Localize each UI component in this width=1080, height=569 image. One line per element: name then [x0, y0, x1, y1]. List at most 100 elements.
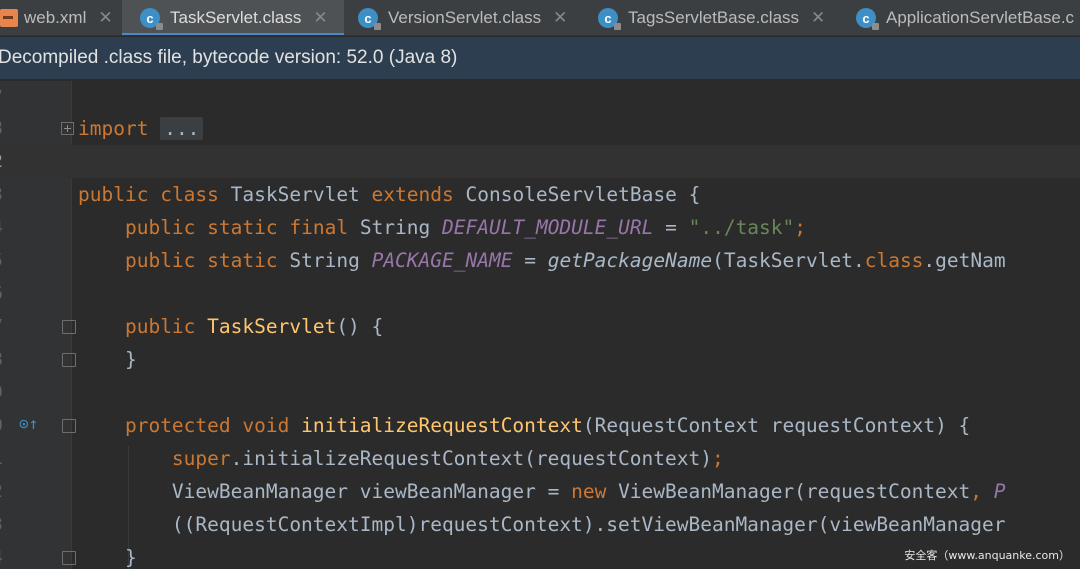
operator: =: [524, 249, 536, 272]
class-file-icon: c: [856, 8, 879, 30]
line-number: 9: [0, 376, 12, 409]
keyword: super: [171, 447, 231, 470]
line-number: 7: [0, 310, 12, 343]
line-number: 6: [0, 277, 12, 310]
code-line: 7: [0, 81, 1080, 114]
class-name: TaskServlet: [230, 183, 360, 206]
editor-tab-bar: web.xml ✕ c TaskServlet.class ✕ c Versio…: [0, 0, 1080, 36]
code-text: public static String PACKAGE_NAME = getP…: [78, 244, 1006, 277]
string-literal: "../task": [688, 216, 795, 239]
code-text: ((RequestContextImpl)requestContext).set…: [78, 508, 1006, 541]
type-name: String: [289, 249, 360, 272]
tab-label: ApplicationServletBase.c: [886, 8, 1075, 27]
brace: {: [688, 183, 701, 206]
code-text: public TaskServlet() {: [78, 310, 383, 343]
close-icon[interactable]: ✕: [553, 8, 567, 28]
code-text: super.initializeRequestContext(requestCo…: [78, 442, 724, 475]
keyword: public: [124, 216, 196, 239]
variable-declaration: ViewBeanManager viewBeanManager =: [171, 480, 572, 503]
keyword: static: [207, 249, 278, 272]
code-text: import ...: [78, 112, 204, 145]
class-file-icon: c: [140, 8, 163, 30]
tab-taskservlet-class[interactable]: c TaskServlet.class ✕: [122, 0, 344, 35]
fold-collapse-icon[interactable]: [61, 353, 76, 367]
line-number: 2: [0, 475, 12, 508]
code-line: 0 ⊙↑ protected void initializeRequestCon…: [0, 409, 1080, 442]
close-icon[interactable]: ✕: [313, 8, 327, 28]
semicolon: ;: [794, 216, 807, 239]
code-line: 6: [0, 277, 1080, 310]
tab-label: VersionServlet.class: [388, 8, 542, 27]
tab-label: web.xml: [24, 8, 87, 27]
keyword: final: [289, 216, 349, 239]
tab-label: TagsServletBase.class: [628, 8, 800, 27]
keyword: public: [124, 249, 196, 272]
brace: }: [124, 348, 137, 371]
keyword: extends: [371, 183, 454, 206]
tab-applicationservletbase-class[interactable]: c ApplicationServletBase.c: [844, 0, 1080, 35]
code-line: 8 }: [0, 343, 1080, 376]
code-line-current: 2: [0, 145, 1080, 178]
fold-expand-icon[interactable]: [61, 122, 74, 135]
class-file-icon: c: [358, 8, 381, 30]
line-number: 3: [0, 178, 12, 211]
watermark: 安全客（www.anquanke.com）: [904, 549, 1070, 562]
tab-tagsservletbase-class[interactable]: c TagsServletBase.class ✕: [586, 0, 844, 35]
line-number: 3: [0, 508, 12, 541]
semicolon: ;: [711, 447, 724, 470]
code-line: 8 import ...: [0, 112, 1080, 145]
line-number: 4: [0, 541, 12, 569]
override-method-icon[interactable]: ⊙↑: [19, 414, 38, 433]
keyword: static: [207, 216, 278, 239]
close-icon[interactable]: ✕: [98, 8, 112, 28]
folded-imports[interactable]: ...: [160, 117, 204, 140]
type-name: String: [359, 216, 431, 239]
decompiled-banner: Decompiled .class file, bytecode version…: [0, 37, 1080, 80]
line-number: 2: [0, 145, 12, 178]
keyword: class: [864, 249, 924, 272]
code-line: 1 super.initializeRequestContext(request…: [0, 442, 1080, 475]
line-number: 4: [0, 211, 12, 244]
method-call: getPackageName: [547, 249, 713, 272]
code-editor[interactable]: 7 8 import ... 2 3 public class TaskServ…: [0, 81, 1080, 569]
keyword: class: [160, 183, 219, 206]
method-params: (RequestContext requestContext) {: [582, 414, 971, 437]
fold-collapse-icon[interactable]: [61, 551, 76, 565]
line-number: 8: [0, 343, 12, 376]
fold-collapse-icon[interactable]: [61, 320, 76, 334]
banner-text: Decompiled .class file, bytecode version…: [0, 47, 458, 68]
close-icon[interactable]: ✕: [811, 8, 825, 28]
fold-collapse-icon[interactable]: [61, 419, 76, 433]
constructor-call: ViewBeanManager(requestContext: [606, 480, 971, 503]
code-line: 3 ((RequestContextImpl)requestContext).s…: [0, 508, 1080, 541]
line-number: 1: [0, 442, 12, 475]
line-number: 8: [0, 112, 12, 145]
brace: }: [124, 546, 137, 569]
code-text: }: [78, 541, 137, 569]
line-number: 0: [0, 409, 12, 442]
constant-name: PACKAGE_NAME: [371, 249, 513, 272]
comma: ,: [970, 480, 983, 503]
code-line: 9: [0, 376, 1080, 409]
code-text: public static final String DEFAULT_MODUL…: [78, 211, 806, 244]
method-call-statement: ((RequestContextImpl)requestContext).set…: [171, 513, 1006, 536]
line-number: 7: [0, 81, 12, 114]
tab-web-xml[interactable]: web.xml ✕: [0, 0, 122, 35]
code-line: 4 public static final String DEFAULT_MOD…: [0, 211, 1080, 244]
call-expression: .initializeRequestContext(requestContext…: [230, 447, 712, 470]
keyword: import: [78, 117, 149, 140]
base-class-name: ConsoleServletBase: [465, 183, 677, 206]
constant-name: DEFAULT_MODULE_URL: [442, 216, 654, 239]
constructor-name: TaskServlet: [207, 315, 337, 338]
keyword: protected: [124, 414, 231, 437]
tab-versionservlet-class[interactable]: c VersionServlet.class ✕: [344, 0, 586, 35]
code-text: ViewBeanManager viewBeanManager = new Vi…: [78, 475, 1006, 508]
line-number: 5: [0, 244, 12, 277]
call-args: (TaskServlet.: [712, 249, 865, 272]
keyword: new: [571, 480, 607, 503]
code-text: public class TaskServlet extends Console…: [78, 178, 700, 211]
constant-name: P: [982, 480, 1006, 503]
keyword: public: [124, 315, 196, 338]
keyword: public: [78, 183, 149, 206]
class-file-icon: c: [598, 8, 621, 30]
